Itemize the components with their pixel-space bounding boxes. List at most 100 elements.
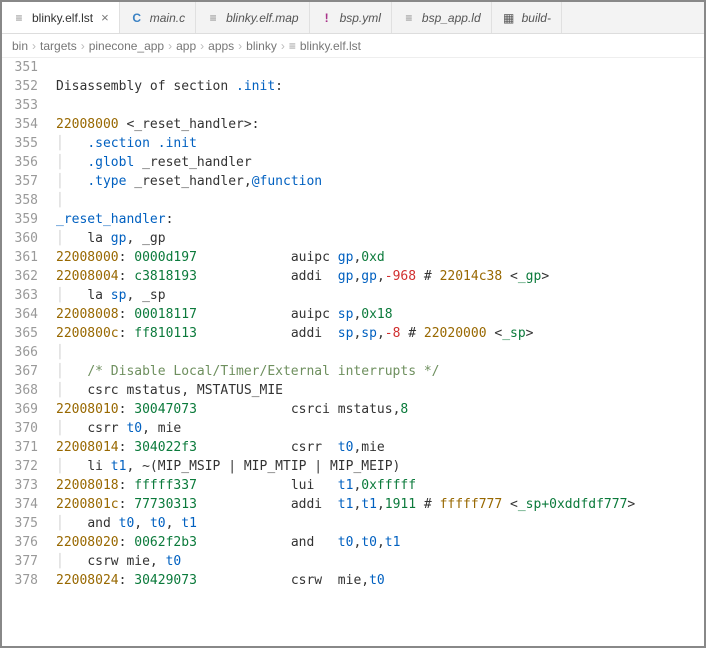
tab-blinky-elf-lst[interactable]: ≡blinky.elf.lst× [2,2,120,33]
code-line[interactable]: 3652200800c: ff810113 addi sp,sp,-8 # 22… [2,324,704,343]
line-number: 366 [2,343,56,362]
code-content: _reset_handler: [56,210,704,229]
code-line[interactable]: 372│ li t1, ~(MIP_MSIP | MIP_MTIP | MIP_… [2,457,704,476]
code-content: │ csrr t0, mie [56,419,704,438]
breadcrumb-segment[interactable]: bin [12,39,28,53]
line-number: 368 [2,381,56,400]
close-icon[interactable]: × [101,10,109,25]
code-content: 22008000: 0000d197 auipc gp,0xd [56,248,704,267]
code-line[interactable]: 37622008020: 0062f2b3 and t0,t0,t1 [2,533,704,552]
code-content: │ .type _reset_handler,@function [56,172,704,191]
chevron-right-icon: › [281,39,285,53]
code-line[interactable]: 358│ [2,191,704,210]
line-number: 376 [2,533,56,552]
breadcrumb-segment[interactable]: blinky.elf.lst [300,39,361,53]
tab-bar: ≡blinky.elf.lst×Cmain.c≡blinky.elf.map!b… [2,2,704,34]
code-line[interactable]: 375│ and t0, t0, t1 [2,514,704,533]
code-line[interactable]: 366│ [2,343,704,362]
code-line[interactable]: 353 [2,96,704,115]
code-line[interactable]: 355│ .section .init [2,134,704,153]
tab-label: blinky.elf.map [226,11,298,25]
code-line[interactable]: 36422008008: 00018117 auipc sp,0x18 [2,305,704,324]
tab-bsp-yml[interactable]: !bsp.yml [310,2,392,33]
file-type-icon: ▦ [502,11,516,25]
code-content: 22008014: 304022f3 csrr t0,mie [56,438,704,457]
code-line[interactable]: 35422008000 <_reset_handler>: [2,115,704,134]
code-line[interactable]: 37322008018: fffff337 lui t1,0xfffff [2,476,704,495]
line-number: 371 [2,438,56,457]
code-content: 22008018: fffff337 lui t1,0xfffff [56,476,704,495]
line-number: 357 [2,172,56,191]
tab-blinky-elf-map[interactable]: ≡ blinky.elf.map [196,2,309,33]
code-line[interactable]: 352Disassembly of section .init: [2,77,704,96]
code-line[interactable]: 370│ csrr t0, mie [2,419,704,438]
code-line[interactable]: 3742200801c: 77730313 addi t1,t1,1911 # … [2,495,704,514]
code-content: │ [56,191,704,210]
code-content [56,96,704,115]
line-number: 362 [2,267,56,286]
line-number: 377 [2,552,56,571]
code-line[interactable]: 377│ csrw mie, t0 [2,552,704,571]
tab-label: build- [522,11,551,25]
code-line[interactable]: 36122008000: 0000d197 auipc gp,0xd [2,248,704,267]
breadcrumb-segment[interactable]: blinky [246,39,277,53]
code-content: │ csrw mie, t0 [56,552,704,571]
line-number: 355 [2,134,56,153]
chevron-right-icon: › [200,39,204,53]
line-number: 356 [2,153,56,172]
code-line[interactable]: 351 [2,58,704,77]
line-number: 363 [2,286,56,305]
file-type-icon: ≡ [12,11,26,25]
line-number: 372 [2,457,56,476]
breadcrumb-segment[interactable]: apps [208,39,234,53]
editor-area[interactable]: 351352Disassembly of section .init:35335… [2,58,704,590]
tab-main-c[interactable]: Cmain.c [120,2,196,33]
code-line[interactable]: 357│ .type _reset_handler,@function [2,172,704,191]
breadcrumb-segment[interactable]: pinecone_app [89,39,164,53]
file-type-icon: ≡ [402,11,416,25]
tab-bsp-app-ld[interactable]: ≡ bsp_app.ld [392,2,492,33]
breadcrumb-segment[interactable]: app [176,39,196,53]
line-number: 374 [2,495,56,514]
file-type-icon: C [130,11,144,25]
code-line[interactable]: 363│ la sp, _sp [2,286,704,305]
line-number: 353 [2,96,56,115]
line-number: 367 [2,362,56,381]
chevron-right-icon: › [81,39,85,53]
file-type-icon: ! [320,11,334,25]
line-number: 351 [2,58,56,77]
code-content: 22008004: c3818193 addi gp,gp,-968 # 220… [56,267,704,286]
file-icon: ≡ [289,39,296,53]
code-content: 22008000 <_reset_handler>: [56,115,704,134]
code-line[interactable]: 36922008010: 30047073 csrci mstatus,8 [2,400,704,419]
code-content: │ .section .init [56,134,704,153]
line-number: 365 [2,324,56,343]
line-number: 375 [2,514,56,533]
code-line[interactable]: 37822008024: 30429073 csrw mie,t0 [2,571,704,590]
code-line[interactable]: 367│ /* Disable Local/Timer/External int… [2,362,704,381]
line-number: 358 [2,191,56,210]
line-number: 359 [2,210,56,229]
code-content: │ [56,343,704,362]
tab-label: bsp_app.ld [422,11,481,25]
file-type-icon: ≡ [206,11,220,25]
line-number: 369 [2,400,56,419]
tab-build-[interactable]: ▦ build- [492,2,562,33]
chevron-right-icon: › [32,39,36,53]
line-number: 360 [2,229,56,248]
code-content: 22008010: 30047073 csrci mstatus,8 [56,400,704,419]
code-line[interactable]: 360│ la gp, _gp [2,229,704,248]
line-number: 352 [2,77,56,96]
code-content: 22008008: 00018117 auipc sp,0x18 [56,305,704,324]
code-line[interactable]: 356│ .globl _reset_handler [2,153,704,172]
code-content: │ and t0, t0, t1 [56,514,704,533]
code-line[interactable]: 359_reset_handler: [2,210,704,229]
code-content: │ la gp, _gp [56,229,704,248]
code-line[interactable]: 36222008004: c3818193 addi gp,gp,-968 # … [2,267,704,286]
code-line[interactable]: 368│ csrc mstatus, MSTATUS_MIE [2,381,704,400]
breadcrumb-segment[interactable]: targets [40,39,77,53]
code-content: 2200801c: 77730313 addi t1,t1,1911 # fff… [56,495,704,514]
code-content: 2200800c: ff810113 addi sp,sp,-8 # 22020… [56,324,704,343]
code-line[interactable]: 37122008014: 304022f3 csrr t0,mie [2,438,704,457]
code-content: 22008020: 0062f2b3 and t0,t0,t1 [56,533,704,552]
